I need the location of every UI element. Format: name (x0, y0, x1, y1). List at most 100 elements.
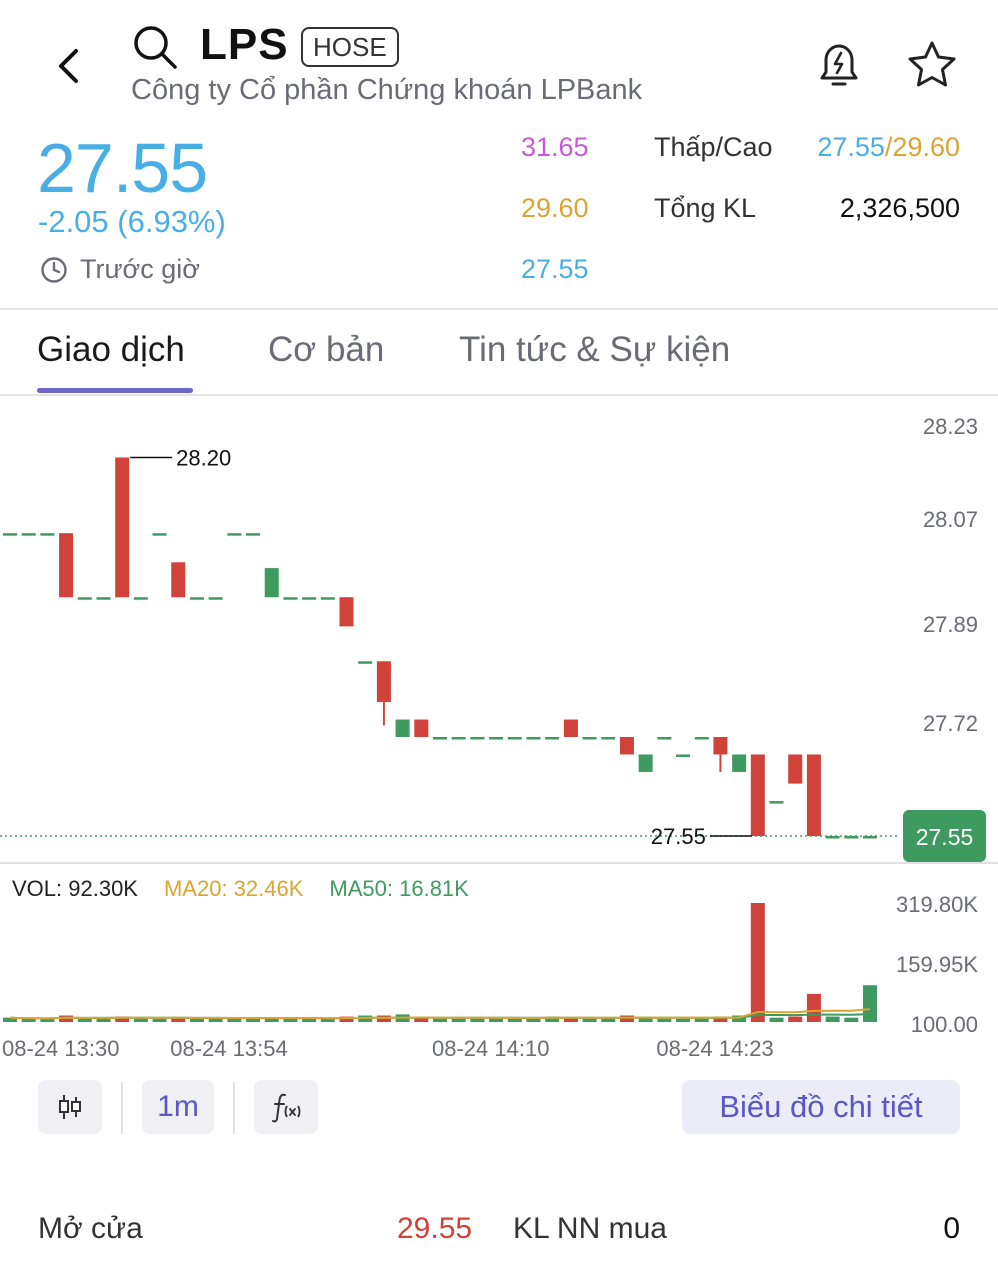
candle-body (750, 754, 765, 836)
candle-body (563, 719, 578, 737)
candle-body (208, 597, 223, 600)
reference-price: 29.60 (521, 193, 589, 223)
candlestick-icon (59, 1095, 81, 1119)
chart-svg: 28.23 28.07 27.89 27.72 27.55 28.20 27.55 319.8… (0, 414, 998, 1061)
candle-body (414, 719, 429, 737)
ma20-value: MA20: 32.46K (163, 876, 304, 901)
candle-body (844, 836, 859, 839)
candle-body (264, 568, 279, 598)
total-volume-label: Tổng KL (654, 193, 757, 223)
price-alert-button[interactable] (812, 38, 866, 92)
high-annotation-label: 28.20 (176, 445, 231, 470)
watchlist-star-button[interactable] (904, 38, 960, 92)
volume-bar (825, 1016, 840, 1022)
candle-body (545, 737, 560, 740)
toolbar-separator (233, 1082, 235, 1134)
time-axis-tick: 08-24 14:10 (432, 1036, 549, 1061)
last-price-label: 27.55 (916, 824, 974, 850)
candle-body (451, 737, 466, 740)
volume-bar (433, 1018, 447, 1022)
volume-bar (788, 1016, 803, 1022)
candle-body (732, 754, 747, 772)
candle-body (582, 737, 597, 740)
candle-body (788, 754, 803, 784)
volume-bar (806, 993, 821, 1022)
price-axis-tick: 27.89 (923, 612, 978, 637)
volume-legend: VOL: 92.30K MA20: 32.46K MA50: 16.81K (12, 876, 469, 902)
tab-news-events[interactable]: Tin tức & Sự kiện (459, 330, 730, 370)
candle-body (470, 737, 485, 740)
candle-body (507, 737, 522, 740)
volume-bar (676, 1018, 691, 1022)
clock-icon (41, 256, 67, 283)
high-value: 29.60 (892, 132, 960, 162)
indicator-button[interactable] (254, 1080, 318, 1134)
open-price-label: Mở cửa (38, 1212, 143, 1245)
price-axis-tick: 28.23 (923, 414, 978, 439)
candle-body (657, 737, 672, 740)
candle-body (638, 754, 653, 772)
chart-toolbar: 1m Biểu đồ chi tiết (0, 1078, 998, 1140)
candle-body (3, 533, 17, 536)
chevron-left-icon (59, 49, 78, 83)
total-volume-value: 2,326,500 (839, 193, 960, 223)
bell-alert-icon (820, 44, 858, 86)
volume-bar (844, 1017, 859, 1022)
candle-body (227, 533, 242, 536)
low-high-label: Thấp/Cao (654, 132, 773, 162)
search-button[interactable] (132, 24, 180, 72)
volume-bar (601, 1018, 616, 1022)
current-price: 27.55 (37, 129, 208, 207)
chart-type-button[interactable] (38, 1080, 102, 1134)
ma50-value: MA50: 16.81K (329, 876, 469, 901)
volume-bar (246, 1018, 261, 1022)
volume-axis-tick: 159.95K (896, 952, 978, 977)
tab-fundamentals[interactable]: Cơ bản (268, 330, 384, 370)
interval-button[interactable]: 1m (142, 1080, 214, 1134)
candle-body (339, 597, 354, 627)
time-axis-tick: 08-24 13:30 (2, 1036, 119, 1061)
volume-bar (470, 1018, 485, 1022)
ceiling-price: 31.65 (521, 132, 589, 162)
price-chart[interactable]: 28.23 28.07 27.89 27.72 27.55 28.20 27.55 319.8… (0, 398, 998, 1066)
volume-bar (302, 1018, 317, 1022)
session-status: Trước giờ (40, 254, 200, 285)
low-high-value: 27.55/29.60 (817, 132, 960, 163)
candle-body (77, 597, 92, 600)
volume-bar (526, 1018, 541, 1022)
volume-bar (863, 985, 877, 1022)
foreign-buy-value: 0 (943, 1212, 960, 1245)
ticker-symbol: LPS (200, 20, 289, 69)
candle-body (713, 737, 728, 755)
low-annotation-label: 27.55 (651, 824, 706, 849)
tab-trading[interactable]: Giao dịch (37, 330, 185, 370)
candle-body (302, 597, 317, 600)
volume-bar (582, 1018, 597, 1022)
open-price-value: 29.55 (397, 1212, 473, 1245)
candle-body (358, 661, 373, 664)
candle-body (171, 562, 186, 598)
candle-body (320, 597, 335, 600)
exchange-badge: HOSE (301, 27, 399, 67)
active-tab-indicator (37, 388, 193, 393)
volume-bar (283, 1018, 298, 1022)
tabs-divider (0, 394, 998, 396)
candle-body (526, 737, 541, 740)
candle-body (152, 533, 167, 536)
ma20-line (9, 1008, 871, 1020)
back-button[interactable] (44, 40, 92, 92)
price-change: -2.05 (6.93%) (38, 204, 226, 239)
volume-bar (769, 1017, 784, 1022)
detailed-chart-button[interactable]: Biểu đồ chi tiết (682, 1080, 960, 1134)
price-axis-tick: 27.72 (923, 711, 978, 736)
volume-bar (694, 1018, 709, 1022)
candle-body (189, 597, 204, 600)
volume-bar (451, 1018, 466, 1022)
candle-body (619, 737, 634, 755)
volume-value: VOL: 92.30K (12, 876, 138, 901)
candle-body (96, 597, 111, 600)
time-axis-tick: 08-24 13:54 (170, 1036, 287, 1061)
candle-body (59, 533, 74, 598)
header: LPS HOSE Công ty Cổ phần Chứng khoán LPB… (0, 0, 998, 120)
volume-bar (227, 1018, 242, 1022)
